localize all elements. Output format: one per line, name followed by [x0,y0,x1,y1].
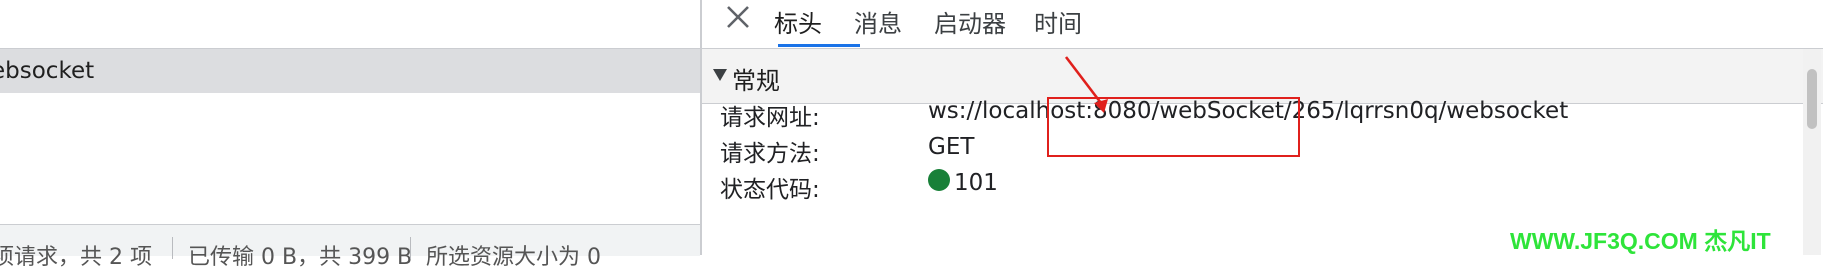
request-row-selected[interactable]: ebsocket [0,49,700,93]
summary-divider [172,237,173,259]
request-list-pane: ebsocket 项请求，共 2 项 已传输 0 B，共 399 B 所选资源大… [0,0,700,270]
active-tab-indicator [778,44,860,47]
status-code-label: 状态代码: [720,177,820,203]
request-url-label: 请求网址: [720,105,820,131]
close-icon[interactable] [722,2,758,38]
scrollbar-thumb[interactable] [1807,69,1817,129]
request-method-label: 请求方法: [720,141,820,167]
tab-messages[interactable]: 消息 [854,4,902,39]
tab-initiator[interactable]: 启动器 [934,4,1006,39]
watermark: WWW.JF3Q.COM 杰凡IT [1510,228,1771,254]
section-title: 常规 [732,67,780,95]
summary-requests: 项请求，共 2 项 [0,245,152,270]
summary-transferred: 已传输 0 B，共 399 B [188,245,413,270]
request-method-value: GET [928,134,975,160]
tab-timing[interactable]: 时间 [1034,4,1082,39]
triangle-down-icon [713,69,727,81]
status-code-value: 101 [954,170,998,196]
general-section-header[interactable]: 常规 [702,49,1823,104]
summary-resources: 所选资源大小为 0 [426,245,601,270]
request-row-name: ebsocket [0,58,95,84]
tab-headers[interactable]: 标头 [774,4,822,39]
request-list-header [0,0,700,49]
summary-bar: 项请求，共 2 项 已传输 0 B，共 399 B 所选资源大小为 0 [0,224,700,270]
status-indicator [928,169,950,191]
summary-divider [410,237,411,259]
details-scrollbar[interactable] [1803,49,1821,255]
annotation-arrow-icon [1064,56,1108,113]
details-tabbar: 标头 消息 启动器 时间 [702,0,1823,49]
